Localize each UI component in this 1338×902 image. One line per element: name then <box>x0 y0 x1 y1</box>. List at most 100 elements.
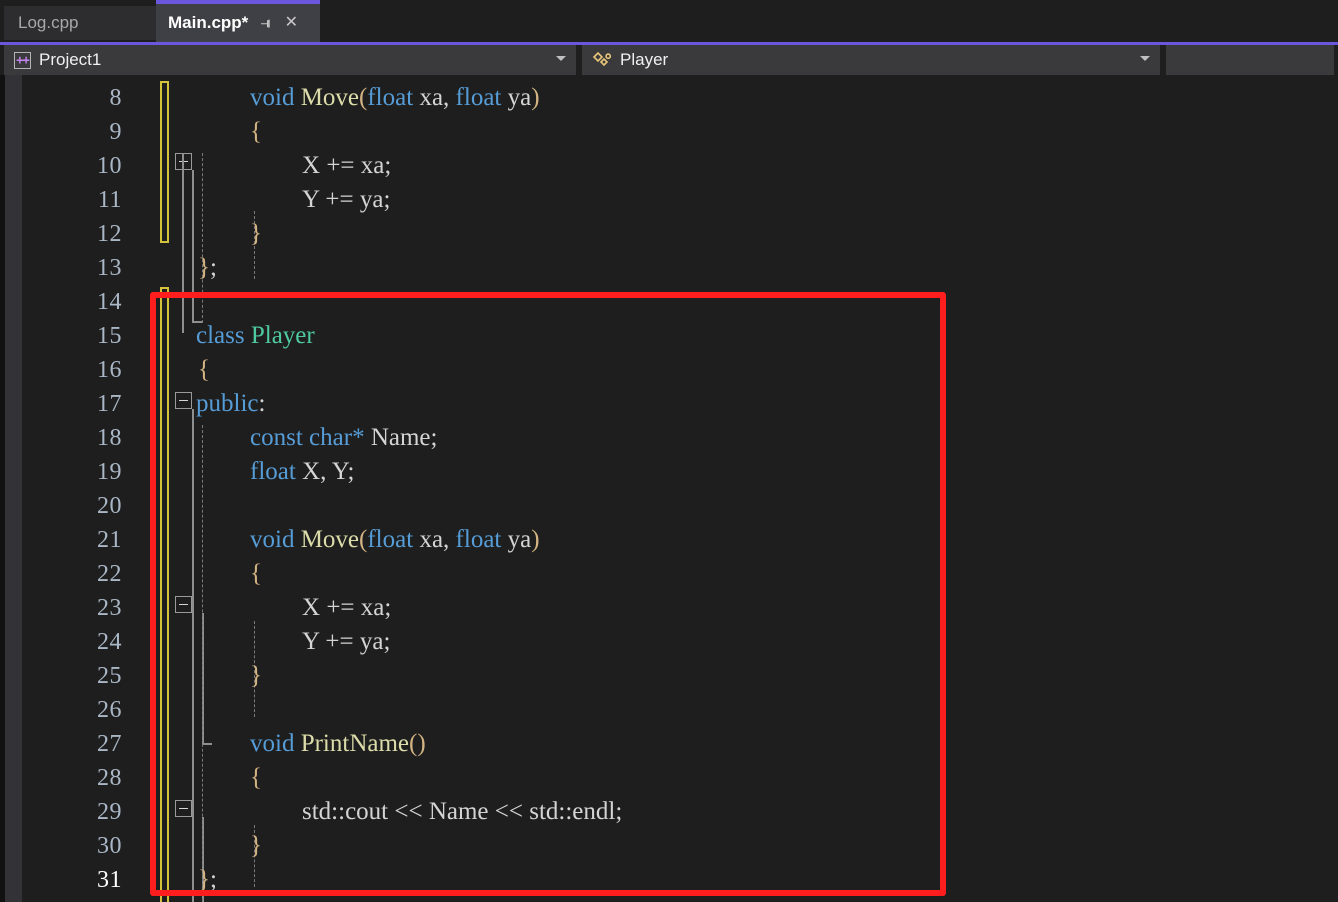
code-line-31[interactable]: }; <box>198 863 217 897</box>
code-line-15[interactable]: class Player <box>196 319 315 353</box>
code-line-28[interactable]: { <box>250 761 262 795</box>
token-stdcout-29: std::cout <box>302 798 389 825</box>
class-member-icon <box>592 51 612 69</box>
token-xa-10: xa <box>360 152 385 179</box>
line-number-18: 18 <box>97 425 122 451</box>
editor-tab-strip: Log.cpp Main.cpp* ✕ <box>0 0 1338 45</box>
token-float-21b: float <box>455 526 502 553</box>
token-move-8: Move <box>300 84 360 111</box>
token-ya-11: ya <box>359 186 384 213</box>
token-player-15: Player <box>250 322 315 349</box>
token-float-21a: float <box>367 526 414 553</box>
code-line-17[interactable]: public: <box>196 387 265 421</box>
line-number-31: 31 <box>97 867 122 893</box>
line-number-24: 24 <box>97 629 122 655</box>
code-line-10[interactable]: X += xa; <box>302 149 391 183</box>
code-line-24[interactable]: Y += ya; <box>302 625 390 659</box>
navigation-bar: ++ Project1 Player <box>0 45 1338 75</box>
code-line-27[interactable]: void PrintName() <box>250 727 426 761</box>
token-stdendl-29: std::endl <box>529 798 616 825</box>
fold-guide-outer-class <box>182 153 184 333</box>
token-class-15: class <box>196 322 245 349</box>
code-line-8[interactable]: void Move(float xa, float ya) <box>250 81 540 115</box>
tab-main-cpp-label: Main.cpp* <box>168 13 249 32</box>
change-bar-block-1 <box>160 81 169 243</box>
fold-guide-move-outer <box>192 170 194 323</box>
token-move-21: Move <box>300 526 360 553</box>
token-ya-8: ya <box>507 84 532 111</box>
token-void-8: void <box>250 84 295 111</box>
navbar-member-label: Player <box>620 50 669 69</box>
token-Y-19: Y <box>331 458 348 485</box>
token-ya-21: ya <box>507 526 532 553</box>
token-ya-24: ya <box>359 628 384 655</box>
line-number-16: 16 <box>97 357 122 383</box>
collapse-minus-icon-line15[interactable] <box>175 392 192 409</box>
collapse-minus-icon-line21[interactable] <box>175 596 192 613</box>
code-line-16[interactable]: { <box>198 353 210 387</box>
code-line-9[interactable]: { <box>250 115 262 149</box>
project-icon: ++ <box>14 51 31 69</box>
code-editor[interactable]: 8 9 10 11 12 13 14 15 16 17 18 19 20 21 … <box>0 75 1338 902</box>
navbar-member-dropdown[interactable]: Player <box>582 45 1160 75</box>
code-line-30[interactable]: } <box>250 829 262 863</box>
tab-log-cpp[interactable]: Log.cpp <box>4 6 156 40</box>
chevron-down-icon-member[interactable] <box>1140 56 1150 61</box>
tab-main-cpp[interactable]: Main.cpp* ✕ <box>156 0 320 42</box>
code-line-13[interactable]: }; <box>198 251 217 285</box>
token-Y-11: Y <box>302 186 320 213</box>
code-line-19[interactable]: float X, Y; <box>250 455 354 489</box>
token-xa-21: xa <box>419 526 444 553</box>
code-line-21[interactable]: void Move(float xa, float ya) <box>250 523 540 557</box>
token-float-8b: float <box>455 84 502 111</box>
line-number-14: 14 <box>97 289 122 315</box>
line-number-15: 15 <box>97 323 122 349</box>
code-line-29[interactable]: std::cout << Name << std::endl; <box>302 795 622 829</box>
token-void-21: void <box>250 526 295 553</box>
chevron-down-icon[interactable] <box>556 56 566 61</box>
token-name-18: Name <box>370 424 431 451</box>
pin-icon[interactable] <box>256 14 274 32</box>
code-line-12[interactable]: } <box>250 217 262 251</box>
line-number-19: 19 <box>97 459 122 485</box>
navbar-project-dropdown[interactable]: ++ Project1 <box>4 45 576 75</box>
close-icon[interactable]: ✕ <box>282 14 300 32</box>
line-number-25: 25 <box>97 663 122 689</box>
line-number-12: 12 <box>97 221 122 247</box>
token-X-10: X <box>302 152 321 179</box>
indent-guide-1 <box>202 153 203 323</box>
line-number-27: 27 <box>97 731 122 757</box>
code-line-25[interactable]: } <box>250 659 262 693</box>
collapse-minus-icon-line27[interactable] <box>175 800 192 817</box>
line-number-11: 11 <box>97 187 122 213</box>
collapse-minus-icon-line8[interactable] <box>175 153 192 170</box>
line-number-30: 30 <box>97 833 122 859</box>
indent-guide-3 <box>202 425 203 902</box>
navbar-extra-region[interactable] <box>1166 45 1334 75</box>
code-line-23[interactable]: X += xa; <box>302 591 391 625</box>
code-line-11[interactable]: Y += ya; <box>302 183 390 217</box>
visual-studio-editor-window: Log.cpp Main.cpp* ✕ ++ Project1 Player 8… <box>0 0 1338 902</box>
line-number-13: 13 <box>97 255 122 281</box>
token-void-27: void <box>250 730 295 757</box>
navbar-project-label: Project1 <box>39 50 102 69</box>
code-line-18[interactable]: const char* Name; <box>250 421 437 455</box>
token-X-23: X <box>302 594 321 621</box>
token-char-18: char <box>309 424 353 451</box>
line-number-23: 23 <box>97 595 122 621</box>
token-printname-27: PrintName <box>300 730 410 757</box>
line-number-29: 29 <box>97 799 122 825</box>
line-number-8: 8 <box>109 85 122 111</box>
line-number-26: 26 <box>97 697 122 723</box>
token-name-29: Name <box>428 798 489 825</box>
token-public-17: public <box>196 390 259 417</box>
code-line-22[interactable]: { <box>250 557 262 591</box>
fold-guide-class-player <box>192 409 194 902</box>
line-number-17: 17 <box>97 391 122 417</box>
token-X-19: X <box>302 458 321 485</box>
change-bar-block-2 <box>160 287 169 902</box>
tab-log-cpp-label: Log.cpp <box>18 13 79 32</box>
line-number-20: 20 <box>97 493 122 519</box>
editor-code-surface[interactable] <box>22 75 1338 902</box>
fold-guide-foot-move-player <box>202 743 212 745</box>
